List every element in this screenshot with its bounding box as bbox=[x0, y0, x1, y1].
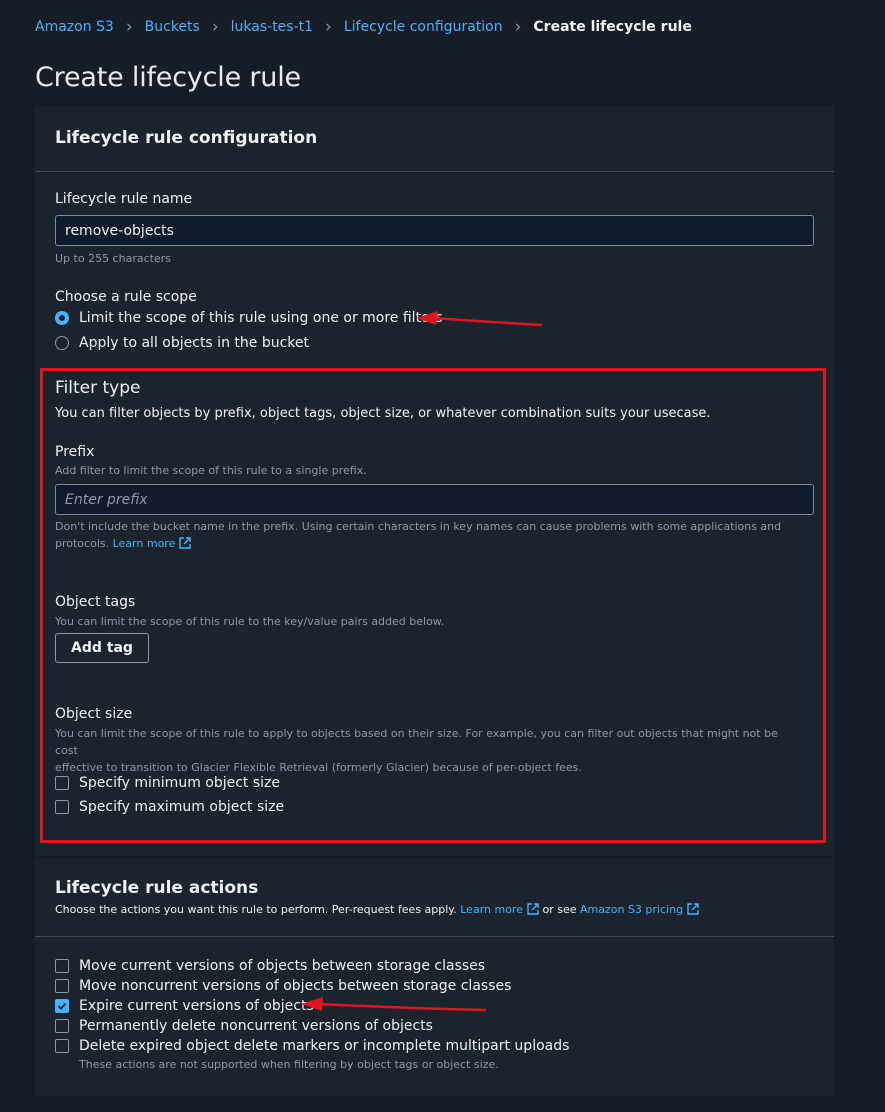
arrow-icon bbox=[416, 311, 543, 327]
arrow-icon bbox=[301, 997, 487, 1012]
annotation-arrows bbox=[301, 311, 543, 1012]
